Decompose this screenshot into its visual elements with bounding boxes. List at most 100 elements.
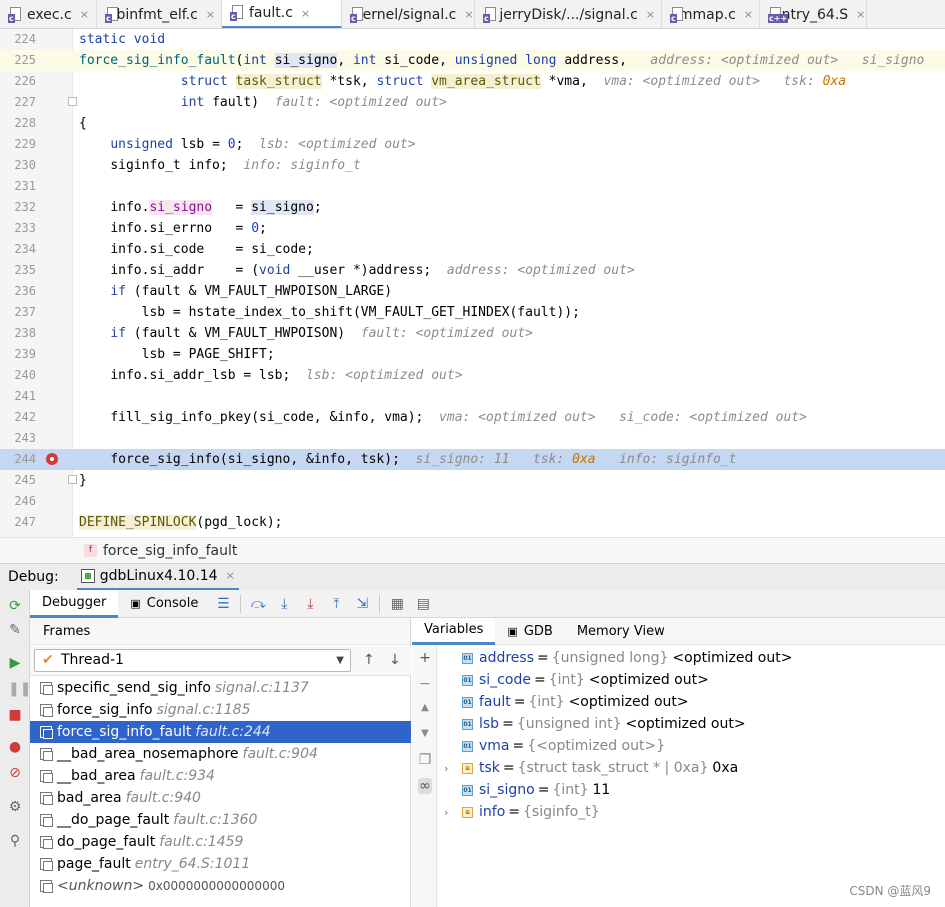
close-tab-icon[interactable]: × (646, 8, 655, 21)
frame-location: fault.c:1360 (173, 812, 258, 828)
stack-frame[interactable]: do_page_fault fault.c:1459 (30, 831, 411, 853)
code-line-226: 226 struct task_struct *tsk, struct vm_a… (14, 74, 847, 89)
close-tab-icon[interactable]: × (80, 8, 89, 21)
tab-memory-view[interactable]: Memory View (565, 618, 677, 645)
tab-console[interactable]: ▣ Console (118, 590, 210, 618)
stack-frame[interactable]: __do_page_fault fault.c:1360 (30, 809, 411, 831)
variable-row[interactable]: 01 si_code = {int} <optimized out> (444, 669, 944, 691)
frame-function: __bad_area (57, 768, 136, 784)
frame-function: <unknown> (57, 878, 145, 894)
chevron-right-icon[interactable]: › (444, 762, 462, 775)
add-watch-icon[interactable]: + (418, 650, 432, 666)
remove-watch-icon[interactable]: − (418, 676, 432, 692)
frame-function: page_fault (57, 856, 131, 872)
tab-kernel-signal-c[interactable]: c kernel/signal.c × (342, 0, 475, 28)
primitive-field-icon: 01 (462, 740, 473, 752)
frame-icon (40, 682, 53, 695)
pause-icon[interactable]: ❚❚ (8, 682, 31, 696)
move-up-icon[interactable]: ▲ (418, 702, 432, 713)
variable-row[interactable]: 01 vma = {<optimized out>} (444, 735, 944, 757)
code-line-231: 231 (14, 179, 36, 193)
mute-breakpoints-icon[interactable]: ⊘ (8, 766, 22, 780)
code-line-227: 227 int fault) fault: <optimized out> (14, 95, 447, 110)
watermark: CSDN @蓝风9 (849, 884, 931, 898)
pin-icon[interactable]: ⚲ (8, 834, 22, 848)
tab-exec-c[interactable]: c exec.c × (0, 0, 97, 28)
stop-icon[interactable]: ■ (8, 708, 22, 722)
close-session-icon[interactable]: × (226, 569, 235, 582)
step-over-icon[interactable]: ⤼ (250, 596, 266, 612)
toolbar-separator (379, 594, 381, 613)
copy-icon[interactable]: ❐ (418, 752, 432, 768)
code-line-230: 230 siginfo_t info; info: siginfo_t (14, 158, 361, 173)
variable-row[interactable]: 01 fault = {int} <optimized out> (444, 691, 944, 713)
stack-frame[interactable]: __bad_area fault.c:934 (30, 765, 411, 787)
close-tab-icon[interactable]: × (744, 8, 753, 21)
close-tab-icon[interactable]: × (464, 8, 473, 21)
breadcrumb[interactable]: f force_sig_info_fault (0, 537, 945, 563)
breakpoint-icon[interactable] (46, 453, 58, 465)
tab-mmap-c[interactable]: c mmap.c × (662, 0, 760, 28)
stack-frame[interactable]: force_sig_info signal.c:1185 (30, 699, 411, 721)
show-execution-point-icon[interactable]: ☰ (215, 596, 231, 612)
fold-marker[interactable] (68, 475, 77, 484)
stack-frame[interactable]: force_sig_info_fault fault.c:244 (30, 721, 411, 743)
frame-location: entry_64.S:1011 (134, 856, 251, 872)
move-down-icon[interactable]: ▼ (418, 728, 432, 739)
stack-frame[interactable]: <unknown> 0x0000000000000000 (30, 875, 411, 897)
code-editor[interactable]: 224 static void 225 force_sig_info_fault(i… (0, 29, 945, 537)
variable-name: info (479, 804, 506, 820)
variable-row[interactable]: 01 si_signo = {int} 11 (444, 779, 944, 801)
rerun-icon[interactable]: ⟳ (8, 599, 22, 613)
variable-value: <optimized out> (568, 694, 689, 710)
stack-frame[interactable]: __bad_area_nosemaphore fault.c:904 (30, 743, 411, 765)
thread-dropdown[interactable]: ✔ Thread-1 ▼ (34, 649, 351, 672)
view-breakpoints-icon[interactable]: ● (8, 740, 22, 754)
variable-value: 11 (592, 782, 611, 798)
tab-entry-64-s[interactable]: c++ entry_64.S × (760, 0, 867, 28)
layout-icon[interactable]: ▤ (415, 596, 431, 612)
close-tab-icon[interactable]: × (301, 7, 310, 20)
tab-variables[interactable]: Variables (412, 617, 496, 645)
resume-icon[interactable]: ▶ (8, 656, 22, 670)
close-tab-icon[interactable]: × (856, 8, 865, 21)
previous-frame-icon[interactable]: ↑ (363, 652, 375, 668)
variable-name: fault (479, 694, 511, 710)
frame-function: force_sig_info_fault (57, 724, 192, 740)
fold-marker[interactable] (68, 97, 77, 106)
variable-row[interactable]: › ≡ info = {siginfo_t} (444, 801, 944, 823)
tab-jerrydisk-signal-c[interactable]: c jerryDisk/.../signal.c × (475, 0, 662, 28)
code-line-224: 224 static void (14, 32, 166, 47)
stack-frame[interactable]: specific_send_sig_info signal.c:1137 (30, 677, 411, 699)
show-watches-glasses-icon[interactable]: ∞ (418, 778, 432, 794)
variable-row[interactable]: 01 lsb = {unsigned int} <optimized out> (444, 713, 944, 735)
close-tab-icon[interactable]: × (206, 8, 215, 21)
frame-function: force_sig_info (57, 702, 153, 718)
settings-wrench-icon[interactable]: ✎ (8, 623, 22, 637)
frame-icon (40, 748, 53, 761)
debug-session-tab[interactable]: gdbLinux4.10.14 × (76, 564, 239, 591)
step-into-icon[interactable]: ⤓ (276, 596, 292, 612)
evaluate-expression-icon[interactable]: ▦ (389, 596, 405, 612)
breadcrumb-label[interactable]: force_sig_info_fault (103, 543, 237, 559)
tab-debugger[interactable]: Debugger (30, 589, 119, 618)
gear-icon[interactable]: ⚙ (8, 800, 22, 814)
variable-value: 0xa (712, 760, 739, 776)
force-step-into-icon[interactable]: ⤓ (302, 596, 318, 612)
variables-tab-bar: Variables ▣ GDB Memory View (412, 617, 945, 645)
code-line-228: 228{ (14, 116, 87, 131)
stack-frame[interactable]: bad_area fault.c:940 (30, 787, 411, 809)
step-out-icon[interactable]: ⤒ (328, 596, 344, 612)
stack-frame[interactable]: page_fault entry_64.S:1011 (30, 853, 411, 875)
code-line-232: 232 info.si_signo = si_signo; (14, 200, 322, 215)
tab-fault-c[interactable]: c fault.c × (222, 0, 342, 28)
next-frame-icon[interactable]: ↓ (389, 652, 401, 668)
chevron-right-icon[interactable]: › (444, 806, 462, 819)
run-to-cursor-icon[interactable]: ⇲ (354, 596, 370, 612)
tab-gdb[interactable]: ▣ GDB (495, 618, 564, 645)
variable-row[interactable]: 01 address = {unsigned long} <optimized ou… (444, 647, 944, 669)
variable-name: si_signo (479, 782, 535, 798)
variable-row[interactable]: › ≡ tsk = {struct task_struct * | 0xa} 0xa (444, 757, 944, 779)
code-line-238: 238 if (fault & VM_FAULT_HWPOISON) fault… (14, 326, 533, 341)
tab-binfmt-elf-c[interactable]: c binfmt_elf.c × (97, 0, 222, 28)
